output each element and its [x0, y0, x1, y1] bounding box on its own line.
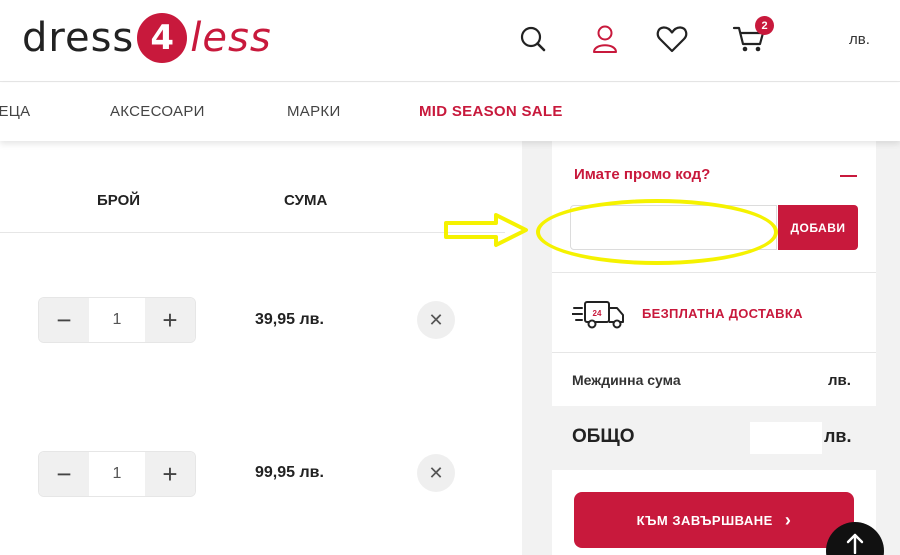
delivery-24-label: 24 [593, 309, 602, 318]
remove-item-icon[interactable]: ✕ [417, 301, 455, 339]
arrow-up-icon [846, 533, 864, 554]
subtotal-value: лв. [828, 372, 851, 389]
subtotal-label: Междинна сума [572, 372, 681, 388]
site-header: dress 4 less 2 лв. [0, 0, 900, 82]
increase-qty-button[interactable]: + [145, 298, 195, 342]
checkout-button[interactable]: КЪМ ЗАВЪРШВАНЕ › [574, 492, 854, 548]
nav-item-brands[interactable]: МАРКИ [287, 103, 341, 120]
quantity-stepper: − 1 + [38, 451, 196, 497]
row-price: 39,95 лв. [255, 311, 324, 328]
increase-qty-button[interactable]: + [145, 452, 195, 496]
divider [552, 272, 876, 273]
user-icon[interactable] [588, 22, 622, 56]
chevron-right-icon: › [784, 509, 792, 530]
collapse-promo-icon[interactable] [840, 175, 857, 177]
nav-item-accessories[interactable]: АКСЕСОАРИ [110, 103, 205, 120]
nav-item-kids[interactable]: ДЕЦА [0, 103, 30, 120]
decrease-qty-button[interactable]: − [39, 298, 89, 342]
quantity-stepper: − 1 + [38, 297, 196, 343]
checkout-label: КЪМ ЗАВЪРШВАНЕ [636, 512, 773, 528]
cart-icon[interactable]: 2 [730, 16, 774, 56]
free-delivery-label: БЕЗПЛАТНА ДОСТАВКА [642, 306, 803, 321]
decrease-qty-button[interactable]: − [39, 452, 89, 496]
logo[interactable]: dress 4 less [22, 10, 272, 66]
logo-circle-4: 4 [137, 13, 188, 63]
logo-text-less: less [190, 15, 272, 61]
redacted-total-amount [750, 422, 822, 454]
qty-value[interactable]: 1 [89, 298, 145, 342]
heart-icon[interactable] [655, 22, 689, 56]
search-icon[interactable] [516, 22, 550, 56]
total-value: лв. [824, 426, 852, 446]
nav-item-sale[interactable]: MID SEASON SALE [419, 103, 563, 120]
apply-promo-button[interactable]: ДОБАВИ [778, 205, 858, 250]
cart-count-badge: 2 [755, 16, 774, 35]
column-header-sum: СУМА [284, 192, 328, 209]
cart-table-header: БРОЙ СУМА [0, 160, 505, 233]
row-price: 99,95 лв. [255, 464, 324, 481]
delivery-truck-icon: 24 [571, 296, 628, 337]
currency-selector[interactable]: лв. [849, 31, 870, 48]
remove-item-icon[interactable]: ✕ [417, 454, 455, 492]
promo-code-title[interactable]: Имате промо код? [574, 166, 710, 183]
qty-value[interactable]: 1 [89, 452, 145, 496]
logo-text-dress: dress [22, 15, 135, 61]
total-label: ОБЩО [572, 426, 635, 447]
main-nav: ДЕЦА АКСЕСОАРИ МАРКИ MID SEASON SALE [0, 83, 900, 141]
divider [552, 352, 876, 353]
promo-code-input[interactable] [570, 205, 777, 250]
column-header-qty: БРОЙ [97, 192, 141, 209]
